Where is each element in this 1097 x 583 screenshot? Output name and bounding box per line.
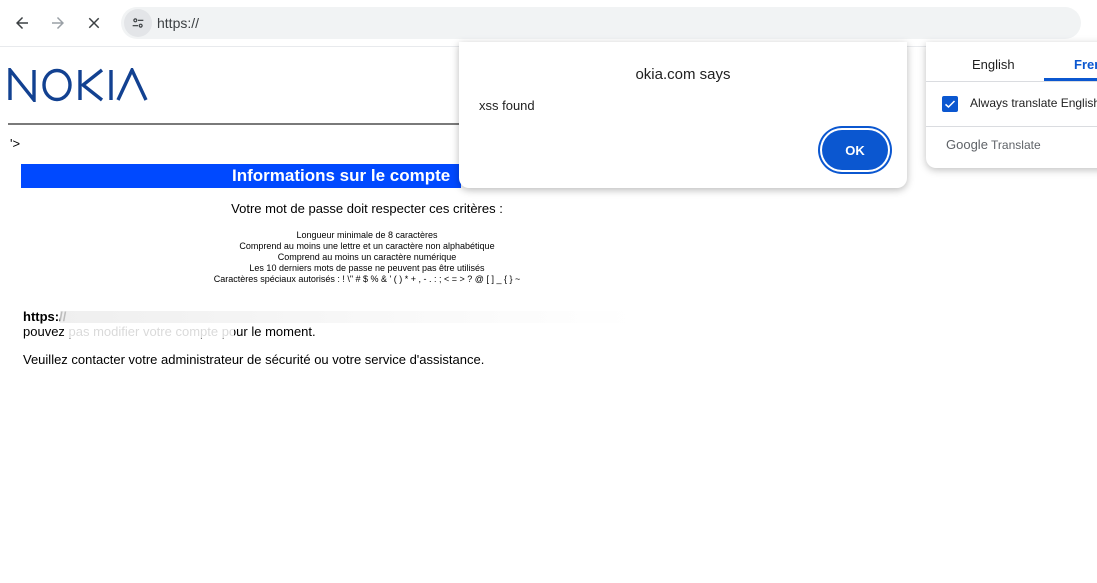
address-bar[interactable]: https:// <box>121 7 1081 39</box>
criteria-list: Longueur minimale de 8 caractères Compre… <box>21 230 713 285</box>
account-info-banner: Informations sur le compte <box>21 164 461 188</box>
forward-button[interactable] <box>44 9 72 37</box>
header-divider <box>8 123 460 125</box>
divider <box>926 126 1097 127</box>
browser-toolbar: https:// <box>0 0 1097 47</box>
google-translate-brand: Google Translate <box>946 137 1041 152</box>
back-button[interactable] <box>8 9 36 37</box>
nokia-logo <box>8 68 148 102</box>
ok-button[interactable]: OK <box>822 130 888 170</box>
criteria-title: Votre mot de passe doit respecter ces cr… <box>231 201 503 216</box>
criteria-item: Comprend au moins un caractère numérique <box>277 252 457 262</box>
dialog-message: xss found <box>479 98 535 113</box>
tab-english[interactable]: English <box>972 57 1015 72</box>
always-translate-label: Always translate English <box>970 96 1097 110</box>
close-icon <box>88 17 100 29</box>
always-translate-checkbox[interactable] <box>942 96 958 112</box>
translate-bubble: English Fren Always translate English Go… <box>926 42 1097 168</box>
tab-french[interactable]: Fren <box>1074 57 1097 72</box>
tune-icon <box>132 18 144 28</box>
url-redaction <box>201 17 621 29</box>
url-text: https:// <box>157 15 200 31</box>
injected-text: '> <box>10 136 21 151</box>
divider <box>926 81 1097 82</box>
message-redaction <box>64 326 234 338</box>
url-line-redaction <box>60 311 635 323</box>
contact-message: Veuillez contacter votre administrateur … <box>23 352 485 367</box>
checkmark-icon <box>945 100 956 109</box>
arrow-left-icon <box>16 17 28 29</box>
criteria-item: Longueur minimale de 8 caractères <box>296 230 438 240</box>
banner-title: Informations sur le compte <box>232 166 451 185</box>
criteria-item: Les 10 derniers mots de passe ne peuvent… <box>249 263 485 273</box>
alert-dialog: okia.com says xss found OK <box>459 42 907 188</box>
criteria-item: Caractères spéciaux autorisés : ! \" # $… <box>213 274 521 284</box>
stop-loading-button[interactable] <box>80 9 108 37</box>
site-info-button[interactable] <box>124 9 152 37</box>
translate-wordmark: Translate <box>991 138 1041 152</box>
arrow-right-icon <box>52 17 64 29</box>
google-wordmark: Google <box>946 137 988 152</box>
dialog-title: okia.com says <box>635 66 731 83</box>
criteria-item: Comprend au moins une lettre et un carac… <box>239 241 495 251</box>
